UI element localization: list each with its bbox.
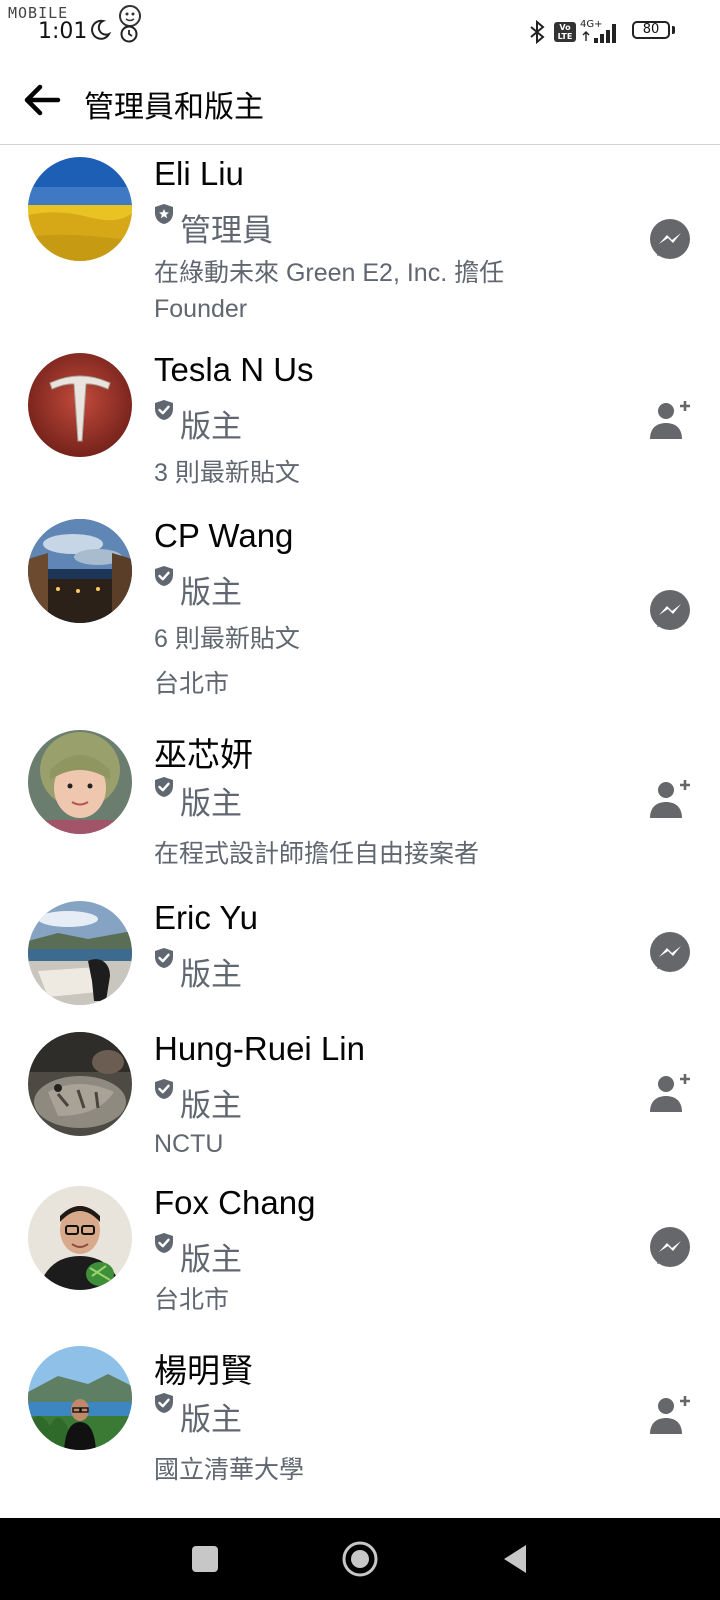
member-name[interactable]: CP Wang xyxy=(154,517,293,555)
role-label: 版主 xyxy=(180,957,242,993)
moderator-shield-icon xyxy=(155,1233,173,1253)
role-label: 版主 xyxy=(180,1088,242,1124)
role-label: 版主 xyxy=(180,786,242,822)
message-button[interactable] xyxy=(648,218,692,262)
home-circle-icon[interactable] xyxy=(341,1540,379,1578)
member-detail: Founder xyxy=(154,295,248,323)
page-title: 管理員和版主 xyxy=(84,90,264,125)
member-detail: 6 則最新貼文 xyxy=(154,625,300,653)
clock: 1:01 xyxy=(38,19,88,44)
messenger-icon xyxy=(650,1227,690,1267)
messenger-icon xyxy=(650,590,690,630)
messenger-icon xyxy=(650,219,690,259)
admin-star-shield-icon xyxy=(155,204,173,224)
do-not-disturb-moon-icon xyxy=(91,19,112,40)
system-nav-bar xyxy=(0,1518,720,1600)
message-button[interactable] xyxy=(648,931,692,975)
messenger-icon xyxy=(650,932,690,972)
add-friend-button[interactable] xyxy=(648,399,692,443)
battery-icon: 80 xyxy=(632,21,675,41)
member-name[interactable]: Hung-Ruei Lin xyxy=(154,1030,365,1068)
moderator-shield-icon xyxy=(155,948,173,968)
add-friend-icon xyxy=(650,780,690,818)
bluetooth-icon xyxy=(530,20,545,44)
add-friend-icon xyxy=(650,1396,690,1434)
member-detail: NCTU xyxy=(154,1130,224,1158)
member-name[interactable]: Eli Liu xyxy=(154,155,244,193)
moderator-shield-icon xyxy=(155,566,173,586)
avatar[interactable] xyxy=(28,1346,132,1450)
member-detail: 3 則最新貼文 xyxy=(154,459,300,487)
role-label: 版主 xyxy=(180,575,242,611)
app-header: 管理員和版主 xyxy=(0,62,720,145)
member-name[interactable]: Tesla N Us xyxy=(154,351,314,389)
role-label: 版主 xyxy=(180,1402,242,1438)
member-name[interactable]: Fox Chang xyxy=(154,1184,315,1222)
back-triangle-icon[interactable] xyxy=(500,1542,530,1576)
add-friend-icon xyxy=(650,401,690,439)
member-name[interactable]: 巫芯妍 xyxy=(154,728,253,776)
avatar[interactable] xyxy=(28,730,132,834)
moderator-shield-icon xyxy=(155,777,173,797)
alarm-icon xyxy=(120,25,138,43)
avatar[interactable] xyxy=(28,1032,132,1136)
add-friend-button[interactable] xyxy=(648,778,692,822)
member-detail: 國立清華大學 xyxy=(154,1456,305,1484)
volte-icon: Vo LTE xyxy=(554,22,576,42)
member-name[interactable]: 楊明賢 xyxy=(154,1344,253,1392)
add-friend-button[interactable] xyxy=(648,1072,692,1116)
role-label: 版主 xyxy=(180,1242,242,1278)
member-name[interactable]: Eric Yu xyxy=(154,899,258,937)
member-detail: 台北市 xyxy=(154,670,230,698)
role-label: 版主 xyxy=(180,409,242,445)
back-button[interactable] xyxy=(18,76,66,124)
add-friend-icon xyxy=(650,1074,690,1112)
avatar[interactable] xyxy=(28,901,132,1005)
avatar[interactable] xyxy=(28,1186,132,1290)
status-bar: MOBILE 1:01 Vo LTE 4G+ 80 xyxy=(0,0,720,62)
message-button[interactable] xyxy=(648,1226,692,1270)
back-arrow-icon xyxy=(24,84,61,116)
moderator-shield-icon xyxy=(155,400,173,420)
role-label: 管理員 xyxy=(180,213,273,249)
member-detail: 台北市 xyxy=(154,1286,230,1314)
member-detail: 在程式設計師擔任自由接案者 xyxy=(154,840,480,868)
battery-level: 80 xyxy=(632,21,670,39)
moderator-shield-icon xyxy=(155,1079,173,1099)
avatar[interactable] xyxy=(28,157,132,261)
signal-strength-icon: 4G+ xyxy=(580,19,624,44)
avatar[interactable] xyxy=(28,353,132,457)
message-button[interactable] xyxy=(648,589,692,633)
member-detail: 在綠動未來 Green E2, Inc. 擔任 xyxy=(154,259,505,287)
recents-square-icon[interactable] xyxy=(192,1546,218,1572)
avatar[interactable] xyxy=(28,519,132,623)
moderator-shield-icon xyxy=(155,1393,173,1413)
add-friend-button[interactable] xyxy=(648,1394,692,1438)
